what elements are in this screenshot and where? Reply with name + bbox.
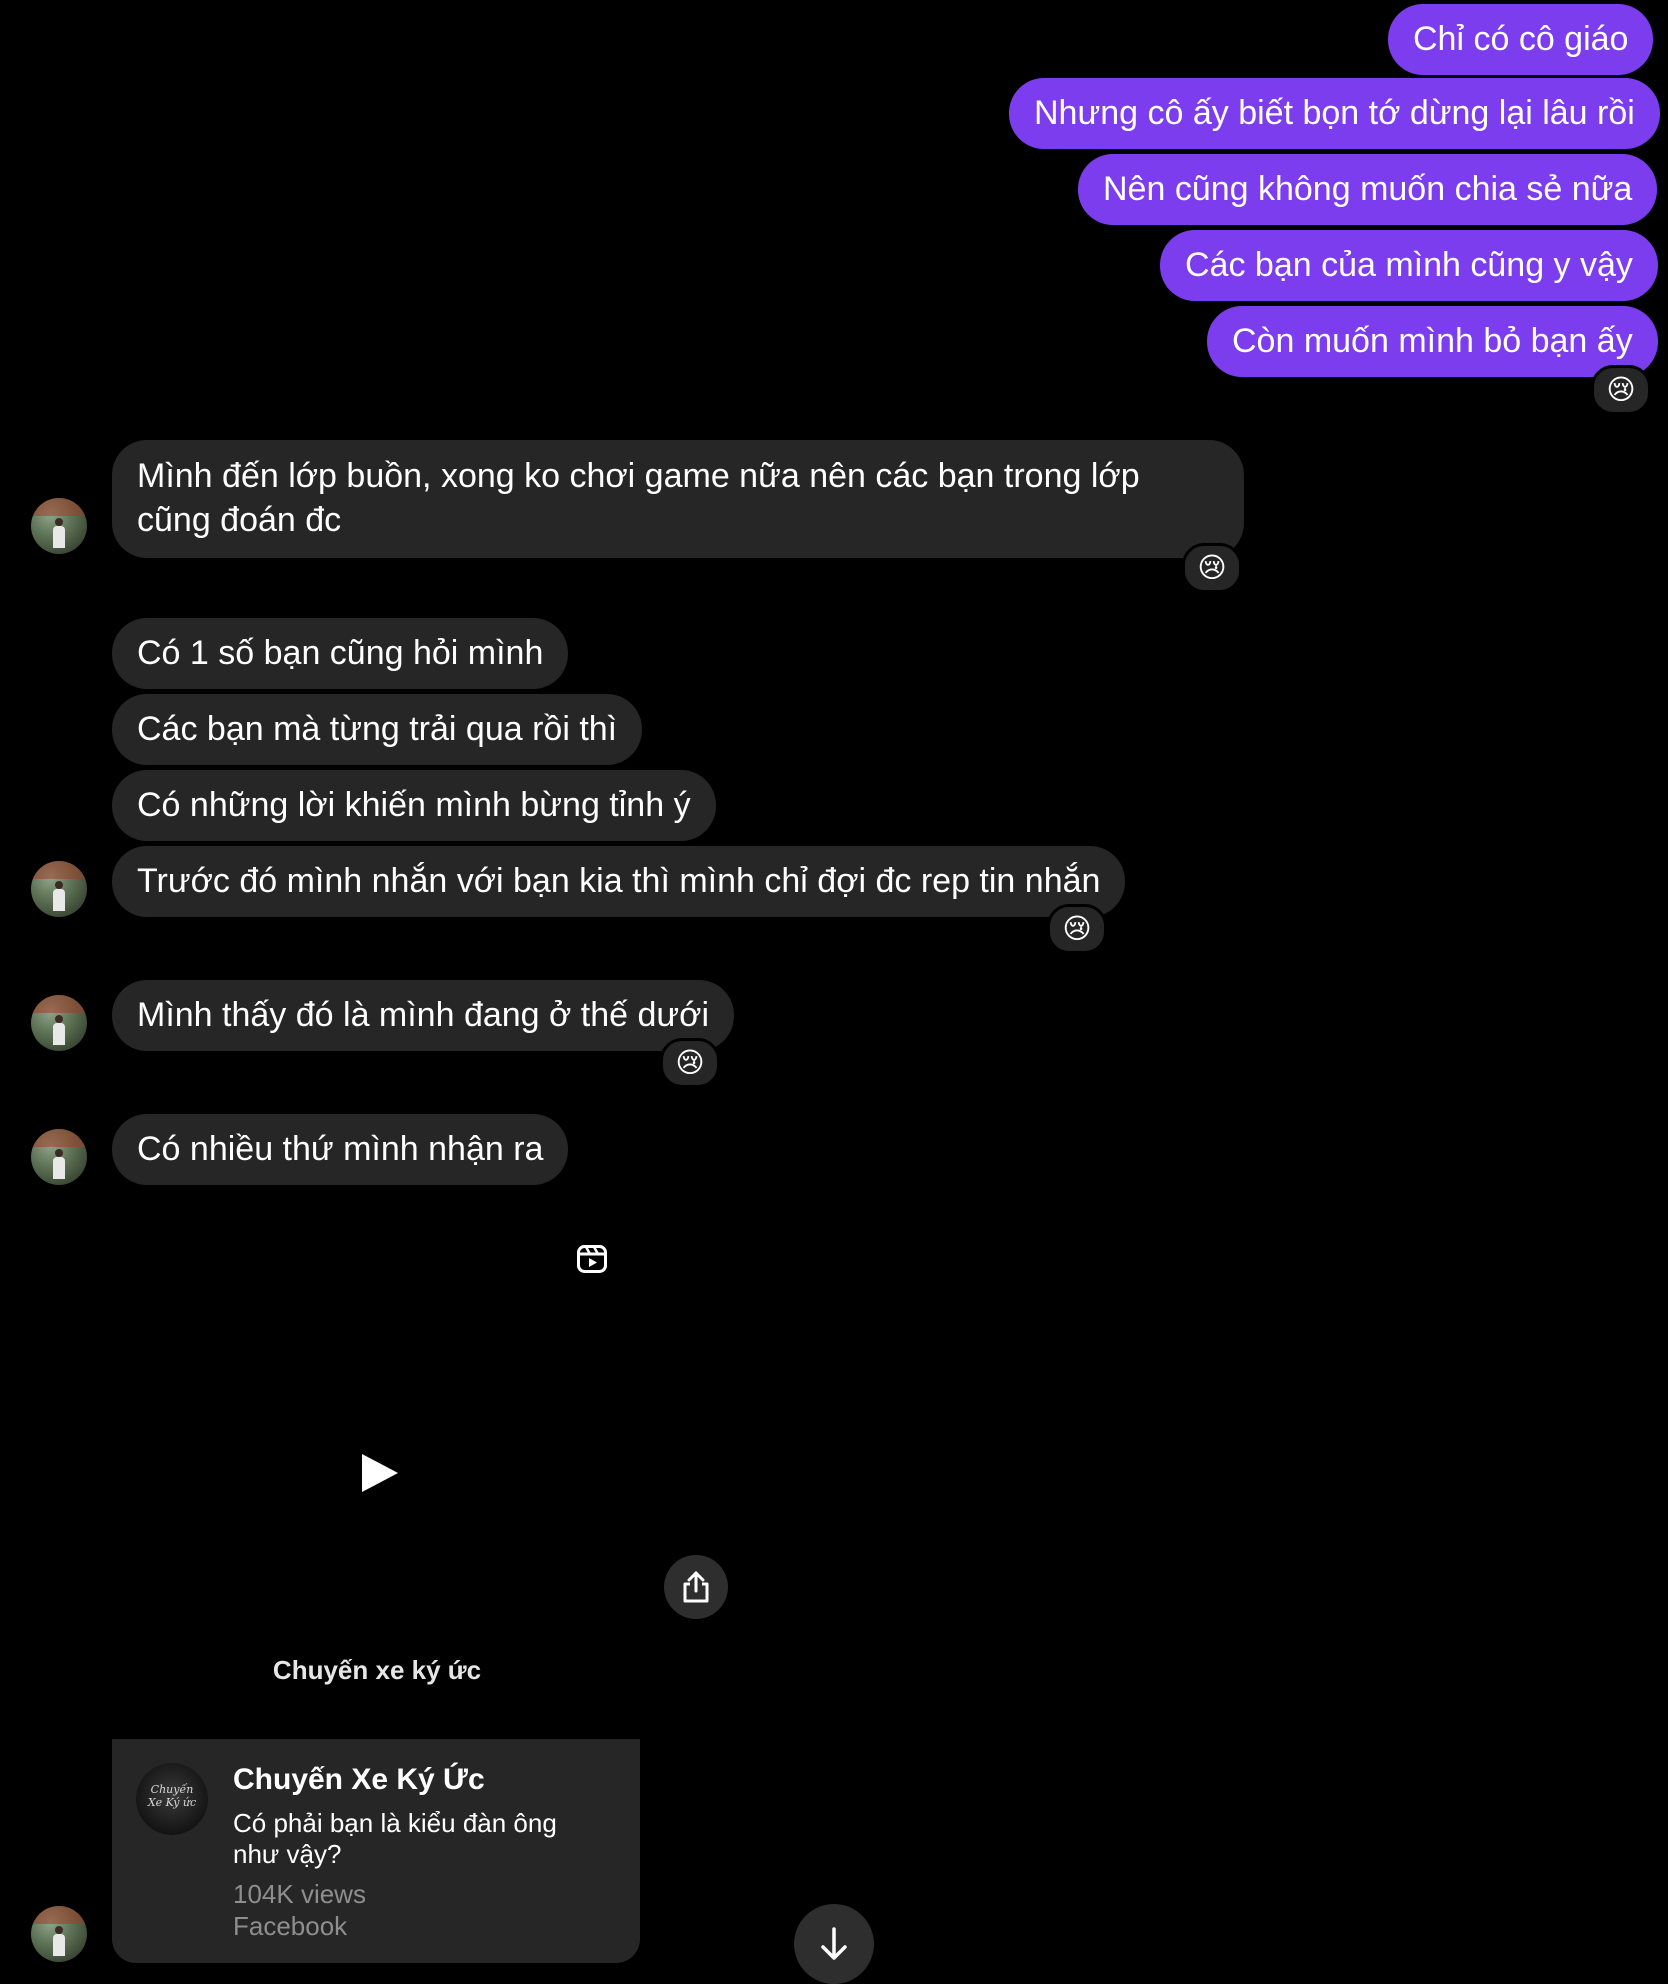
reel-caption: Chuyến xe ký ức [272, 1655, 482, 1685]
share-button[interactable] [664, 1555, 728, 1619]
link-title: Chuyến Xe Ký Ức [233, 1763, 485, 1796]
outgoing-message[interactable]: Chỉ có cô giáo [1388, 4, 1654, 75]
page-avatar-logo-text: Chuyến Xe Ký ức [147, 1783, 197, 1809]
contact-avatar[interactable] [31, 1906, 87, 1962]
reaction-crying-emoji[interactable]: 😢 [1182, 543, 1242, 593]
scroll-to-bottom-button[interactable] [794, 1904, 874, 1984]
incoming-message[interactable]: Mình thấy đó là mình đang ở thế dưới [112, 980, 735, 1051]
outgoing-message[interactable]: Nhưng cô ấy biết bọn tớ dừng lại lâu rồi [1009, 78, 1660, 149]
outgoing-message[interactable]: Còn muốn mình bỏ bạn ấy [1207, 306, 1658, 377]
incoming-message[interactable]: Có 1 số bạn cũng hỏi mình [112, 618, 569, 689]
share-icon [683, 1571, 709, 1603]
page-avatar: Chuyến Xe Ký ức [136, 1763, 208, 1835]
arrow-down-icon [821, 1927, 847, 1960]
incoming-message[interactable]: Các bạn mà từng trải qua rồi thì [112, 694, 643, 765]
contact-avatar[interactable] [31, 498, 87, 554]
link-description: Có phải bạn là kiểu đàn ông như vậy? [233, 1808, 557, 1869]
link-preview-card[interactable]: Chuyến Xe Ký ức Chuyến Xe Ký Ức Có phải … [112, 1739, 640, 1963]
reels-icon [577, 1245, 607, 1273]
link-source: Facebook [233, 1911, 348, 1941]
play-icon[interactable] [358, 1452, 400, 1494]
incoming-message[interactable]: Có những lời khiến mình bừng tỉnh ý [112, 770, 716, 841]
reaction-crying-emoji[interactable]: 😢 [660, 1038, 720, 1088]
contact-avatar[interactable] [31, 861, 87, 917]
contact-avatar[interactable] [31, 995, 87, 1051]
reaction-crying-emoji[interactable]: 😢 [1047, 904, 1107, 954]
contact-avatar[interactable] [31, 1129, 87, 1185]
outgoing-message[interactable]: Nên cũng không muốn chia sẻ nữa [1078, 154, 1658, 225]
link-views: 104K views [233, 1879, 366, 1909]
outgoing-message[interactable]: Các bạn của mình cũng y vậy [1160, 230, 1658, 301]
incoming-message[interactable]: Mình đến lớp buồn, xong ko chơi game nữa… [112, 440, 1244, 558]
reaction-crying-emoji[interactable]: 😢 [1591, 365, 1651, 415]
incoming-message[interactable]: Có nhiều thứ mình nhận ra [112, 1114, 569, 1185]
incoming-message[interactable]: Trước đó mình nhắn với bạn kia thì mình … [112, 846, 1126, 917]
